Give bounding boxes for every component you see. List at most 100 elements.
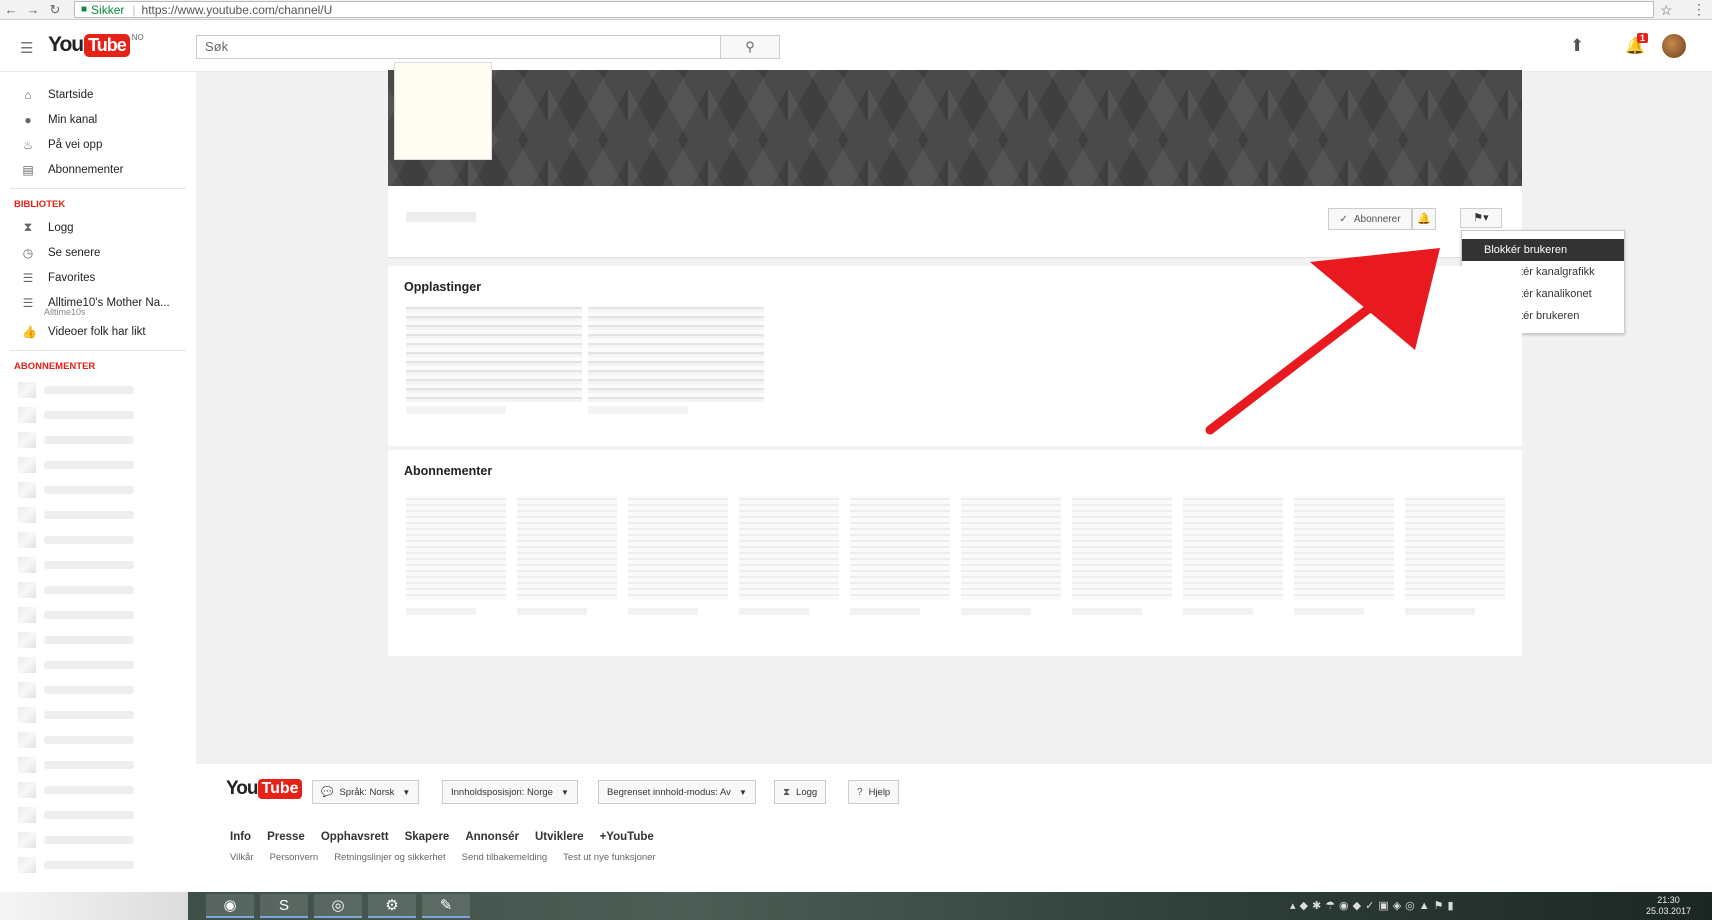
subscription-item[interactable] [0, 677, 196, 702]
taskbar-clock[interactable]: 21:30 25.03.2017 [1646, 895, 1691, 917]
subscription-item[interactable] [0, 827, 196, 852]
channel-card-title[interactable] [739, 608, 809, 615]
clock-date: 25.03.2017 [1646, 906, 1692, 916]
skype-icon[interactable]: S [260, 894, 308, 918]
address-bar[interactable]: ■ Sikker | https://www.youtube.com/chann… [74, 1, 1654, 18]
restricted-mode-picker[interactable]: Begrenset innhold-modus: Av ▼ [598, 780, 756, 804]
channel-card[interactable] [739, 496, 839, 600]
footer-link[interactable]: +YouTube [600, 831, 654, 843]
channel-card[interactable] [406, 496, 506, 600]
subscription-item[interactable] [0, 602, 196, 627]
search-input[interactable]: Søk [196, 35, 721, 59]
channel-thumb [18, 581, 36, 598]
subscription-item[interactable] [0, 402, 196, 427]
channel-card-title[interactable] [1294, 608, 1364, 615]
channel-notifications-button[interactable]: 🔔 [1412, 208, 1436, 230]
channel-card-title[interactable] [406, 608, 476, 615]
footer-small-link[interactable]: Personvern [270, 852, 319, 863]
browser-menu-icon[interactable]: ⋮ [1692, 1, 1706, 18]
video-thumbnail[interactable] [406, 306, 582, 402]
footer-link[interactable]: Utviklere [535, 831, 584, 843]
footer-link[interactable]: Info [230, 831, 251, 843]
footer-link[interactable]: Skapere [405, 831, 450, 843]
system-tray[interactable]: ▴◆✱☂◉◆✓▣◈◎▲⚑▮ [1290, 899, 1458, 912]
footer-logo[interactable]: You Tube [226, 778, 302, 800]
footer-small-link[interactable]: Test ut nye funksjoner [563, 852, 655, 863]
channel-card[interactable] [517, 496, 617, 600]
subscription-item[interactable] [0, 577, 196, 602]
redacted-name [44, 410, 134, 419]
subscription-item[interactable] [0, 777, 196, 802]
upload-icon[interactable]: ⬆ [1570, 36, 1584, 56]
subscription-item[interactable] [0, 852, 196, 877]
channel-card-title[interactable] [961, 608, 1031, 615]
subscription-item[interactable] [0, 702, 196, 727]
paint-icon[interactable]: ✎ [422, 894, 470, 918]
youtube-logo[interactable]: You Tube NO [48, 33, 144, 57]
subscription-item[interactable] [0, 452, 196, 477]
channel-card-title[interactable] [1405, 608, 1475, 615]
subscription-item[interactable] [0, 377, 196, 402]
channel-card[interactable] [850, 496, 950, 600]
channel-card[interactable] [1183, 496, 1283, 600]
channel-card[interactable] [1294, 496, 1394, 600]
reload-icon[interactable]: ↻ [44, 2, 66, 18]
sidebar-item-my-channel[interactable]: ● Min kanal [0, 107, 196, 132]
footer-small-link[interactable]: Vilkår [230, 852, 254, 863]
footer-link[interactable]: Opphavsrett [321, 831, 389, 843]
footer-small-link[interactable]: Send tilbakemelding [462, 852, 548, 863]
block-user-option[interactable]: Blokkér brukeren [1462, 239, 1624, 261]
sidebar-item-history[interactable]: ⧗ Logg [0, 215, 196, 240]
sidebar-item-trending[interactable]: ♨ På vei opp [0, 132, 196, 157]
language-picker[interactable]: 💬 Språk: Norsk ▼ [312, 780, 420, 804]
help-button[interactable]: ? Hjelp [848, 780, 900, 804]
channel-card-title[interactable] [850, 608, 920, 615]
sidebar-item-favorites[interactable]: ☰ Favorites [0, 265, 196, 290]
channel-card[interactable] [1072, 496, 1172, 600]
report-flag-button[interactable]: ⚑▾ [1460, 208, 1502, 228]
channel-card-title[interactable] [1183, 608, 1253, 615]
channel-card[interactable] [1405, 496, 1505, 600]
back-icon[interactable]: ← [0, 2, 22, 17]
bell-icon: 🔔 [1417, 213, 1431, 225]
bookmark-star-icon[interactable]: ☆ [1660, 2, 1673, 19]
forward-icon[interactable]: → [22, 2, 44, 17]
subscription-item[interactable] [0, 727, 196, 752]
discord-icon[interactable]: ◉ [206, 894, 254, 918]
subscription-item[interactable] [0, 802, 196, 827]
channel-card[interactable] [628, 496, 728, 600]
video-thumbnail[interactable] [588, 306, 764, 402]
footer-links: Info Presse Opphavsrett Skapere Annonsér… [230, 831, 654, 843]
search-button[interactable]: ⚲ [720, 35, 780, 59]
subscription-item[interactable] [0, 752, 196, 777]
footer-link[interactable]: Presse [267, 831, 305, 843]
history-button[interactable]: ⧗ Logg [774, 780, 827, 804]
steam-icon[interactable]: ⚙ [368, 894, 416, 918]
sidebar-item-watch-later[interactable]: ◷ Se senere [0, 240, 196, 265]
sidebar-item-liked-videos[interactable]: 👍 Videoer folk har likt [0, 319, 196, 344]
chevron-down-icon: ▼ [560, 787, 569, 797]
channel-thumb [18, 831, 36, 848]
subscription-item[interactable] [0, 627, 196, 652]
location-picker[interactable]: Innholdsposisjon: Norge ▼ [442, 780, 578, 804]
sidebar-item-subscriptions[interactable]: ▤ Abonnementer [0, 157, 196, 182]
subscription-item[interactable] [0, 527, 196, 552]
subscription-item[interactable] [0, 652, 196, 677]
video-title-redacted[interactable] [588, 406, 688, 414]
channel-card-title[interactable] [517, 608, 587, 615]
video-title-redacted[interactable] [406, 406, 506, 414]
footer-link[interactable]: Annonsér [465, 831, 519, 843]
subscription-item[interactable] [0, 427, 196, 452]
subscribed-button[interactable]: ✓ Abonnerer [1328, 208, 1412, 230]
channel-card-title[interactable] [628, 608, 698, 615]
channel-card[interactable] [961, 496, 1061, 600]
subscription-item[interactable] [0, 502, 196, 527]
origin-icon[interactable]: ◎ [314, 894, 362, 918]
sidebar-item-home[interactable]: ⌂ Startside [0, 82, 196, 107]
subscription-item[interactable] [0, 552, 196, 577]
subscription-item[interactable] [0, 477, 196, 502]
footer-small-link[interactable]: Retningslinjer og sikkerhet [334, 852, 445, 863]
guide-menu-icon[interactable]: ☰ [20, 39, 33, 57]
channel-card-title[interactable] [1072, 608, 1142, 615]
account-avatar[interactable] [1662, 34, 1686, 58]
